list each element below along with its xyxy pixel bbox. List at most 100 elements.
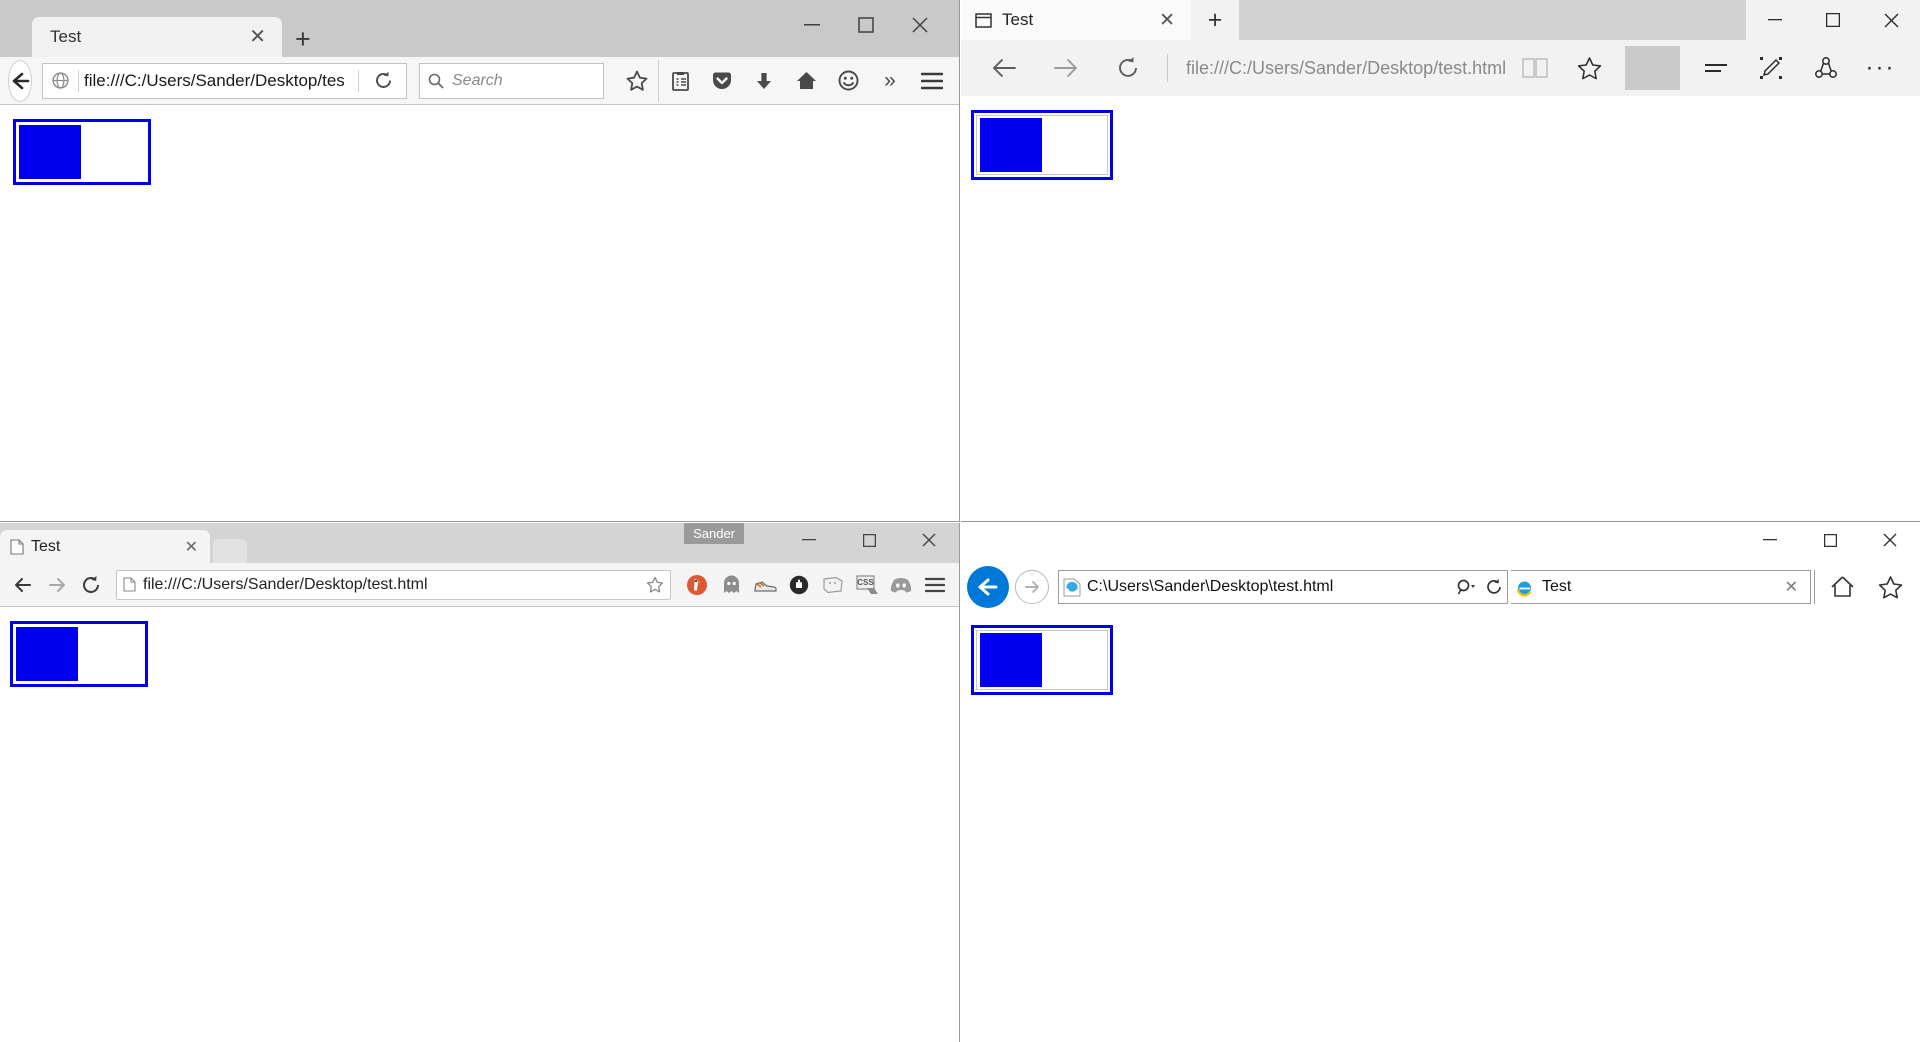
firefox-url-bar[interactable]: file:///C:/Users/Sander/Desktop/tes [42,62,407,99]
close-icon[interactable] [1862,0,1920,40]
firefox-tab[interactable]: Test ✕ [32,17,282,57]
chrome-profile-label[interactable]: Sander [684,523,744,544]
bookmark-star-icon[interactable] [646,576,664,594]
home-icon[interactable] [1818,567,1866,607]
more-icon[interactable]: ··· [1853,46,1908,90]
favorites-star-icon[interactable] [1562,46,1617,90]
firefox-window-controls [785,8,947,42]
ghostery-icon[interactable] [715,569,747,601]
blue-inner-square [19,125,81,179]
reload-icon[interactable] [364,71,402,90]
divider [1625,46,1680,90]
refresh-icon[interactable] [1485,578,1503,596]
edge-new-tab-button[interactable]: + [1191,0,1239,40]
refresh-icon[interactable] [1097,46,1159,90]
discord-icon[interactable] [885,569,917,601]
overflow-chevron-icon[interactable]: » [869,60,911,102]
divider [78,69,79,92]
chrome-tab-label: Test [31,537,61,555]
search-icon[interactable] [1457,578,1479,596]
divider [358,69,359,92]
minimize-icon[interactable] [1740,523,1800,557]
maximize-icon[interactable] [1804,0,1862,40]
firefox-window: Test ✕ + file:///C:/Users/Sander/Desktop… [0,0,960,522]
chrome-new-tab-button[interactable] [213,539,247,563]
page-icon [975,12,992,29]
four-browser-screenshot-grid: Test ✕ + file:///C:/Users/Sander/Desktop… [0,0,1920,1042]
ie-logo-icon [1515,578,1534,597]
web-note-icon[interactable] [1743,46,1798,90]
reload-icon[interactable] [76,570,106,600]
edge-tab-strip: Test ✕ + [961,0,1239,40]
firefox-navigation-bar: file:///C:/Users/Sander/Desktop/tes Sear… [0,57,959,105]
forward-icon[interactable] [1015,570,1049,604]
page-icon [10,538,24,555]
back-icon[interactable] [967,566,1009,608]
close-icon[interactable] [893,8,947,42]
chrome-menu-icon[interactable] [919,569,951,601]
hub-icon[interactable] [1688,46,1743,90]
share-icon[interactable] [1798,46,1853,90]
hamburger-menu-icon[interactable] [911,60,953,102]
css-viewer-icon[interactable]: CSS [851,569,883,601]
back-icon[interactable] [8,59,32,102]
search-icon [428,73,444,89]
minimize-icon[interactable] [779,523,839,557]
maximize-icon[interactable] [839,523,899,557]
ie-toolbar-icons [1818,567,1920,607]
close-icon[interactable]: ✕ [179,537,204,557]
window-resizer-icon[interactable] [817,569,849,601]
home-icon[interactable] [785,60,827,102]
chrome-url-text: file:///C:/Users/Sander/Desktop/test.htm… [143,575,428,593]
downloads-icon[interactable] [743,60,785,102]
smiley-icon[interactable] [827,60,869,102]
edge-page-content [961,96,1920,521]
close-icon[interactable]: ✕ [1777,577,1806,597]
forward-icon[interactable] [1035,46,1097,90]
back-icon[interactable] [8,570,38,600]
chrome-window-controls [779,523,959,557]
edge-window: Test ✕ + file:///C:/Users/Sander/Desktop… [961,0,1920,522]
ie-page-content [961,613,1920,1042]
ie-address-bar[interactable]: C:\Users\Sander\Desktop\test.html [1058,570,1508,604]
edge-toolbar-icons: ··· [1507,46,1908,90]
privacy-badger-icon[interactable] [783,569,815,601]
close-icon[interactable]: ✕ [1151,9,1183,32]
close-icon[interactable] [899,523,959,557]
favorites-star-icon[interactable] [1866,567,1914,607]
firefox-title-bar: Test ✕ + [0,0,959,57]
sneaker-icon[interactable] [749,569,781,601]
duckduckgo-icon[interactable] [681,569,713,601]
close-icon[interactable] [1860,523,1920,557]
ie-new-tab-button[interactable] [1814,570,1815,604]
firefox-tab-label: Test [50,27,82,46]
blue-outer-box [971,625,1113,695]
firefox-search-bar[interactable]: Search [419,62,604,99]
ie-page-icon [1063,578,1081,597]
reading-view-icon[interactable] [1507,46,1562,90]
edge-url-text[interactable]: file:///C:/Users/Sander/Desktop/test.htm… [1176,58,1507,79]
back-icon[interactable] [973,46,1035,90]
firefox-new-tab-button[interactable]: + [295,24,311,55]
ie-tab[interactable]: Test ✕ [1511,570,1811,604]
close-icon[interactable]: ✕ [243,27,272,47]
edge-title-bar: Test ✕ + [961,0,1920,40]
ie-window: C:\Users\Sander\Desktop\test.html Test ✕ [961,523,1920,1042]
edge-window-controls [1746,0,1920,40]
maximize-icon[interactable] [1800,523,1860,557]
minimize-icon[interactable] [785,8,839,42]
chrome-tab[interactable]: Test ✕ [0,530,210,563]
blue-outer-box [10,621,148,687]
chrome-omnibox[interactable]: file:///C:/Users/Sander/Desktop/test.htm… [116,569,671,600]
forward-icon[interactable] [42,570,72,600]
pocket-icon[interactable] [701,60,743,102]
library-icon[interactable] [659,60,701,102]
minimize-icon[interactable] [1746,0,1804,40]
tools-gear-icon[interactable] [1914,567,1920,607]
edge-tab[interactable]: Test ✕ [961,0,1191,40]
bookmark-star-icon[interactable] [616,60,658,102]
maximize-icon[interactable] [839,8,893,42]
blue-inner-square [980,118,1042,172]
firefox-url-text: file:///C:/Users/Sander/Desktop/tes [84,70,345,90]
inner-frame [976,630,1108,690]
